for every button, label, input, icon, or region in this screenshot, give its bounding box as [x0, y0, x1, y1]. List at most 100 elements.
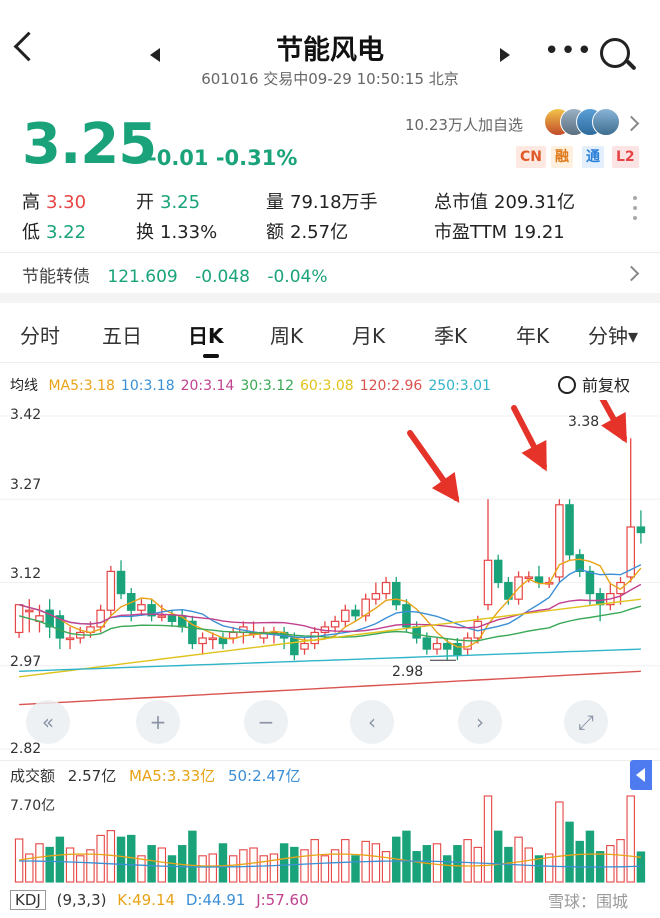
candle — [493, 559, 503, 584]
ma-legend-item: 20:3.14 — [180, 378, 235, 394]
volume-bar — [310, 839, 319, 883]
volume-bar — [167, 855, 177, 883]
candle — [351, 609, 360, 617]
tab-yearly-k[interactable]: 年K — [516, 320, 549, 349]
scroll-left-fast-icon[interactable]: « — [26, 700, 70, 744]
y-tick-label: 3.12 — [10, 566, 42, 582]
tab-minute[interactable]: 分钟▾ — [588, 320, 638, 349]
adjust-setting[interactable]: 前复权 — [558, 372, 630, 396]
volume-bar — [96, 834, 105, 883]
bond-change: -0.048 — [195, 267, 250, 287]
volume-bar — [249, 847, 258, 883]
volume-bar — [626, 795, 635, 883]
tab-weekly-k[interactable]: 周K — [270, 320, 303, 349]
volume-bar — [45, 846, 54, 883]
volume-bar — [259, 855, 268, 883]
more-icon[interactable]: ••• — [544, 36, 593, 66]
tab-monthly-k[interactable]: 月K — [352, 320, 385, 349]
candle — [422, 637, 432, 650]
kline-chart[interactable] — [0, 400, 660, 760]
volume-bar — [228, 855, 238, 883]
bond-price: 121.609 — [107, 267, 178, 287]
candle — [483, 559, 493, 606]
collapse-panel-icon[interactable] — [630, 760, 652, 790]
badge-l2: L2 — [612, 146, 639, 168]
volume-bar — [463, 839, 472, 883]
stat-market-cap: 总市值 209.31亿 — [434, 192, 575, 213]
ma-legend: 均线 MA5:3.18 10:3.18 20:3.14 30:3.12 60:3.08 1… — [10, 375, 503, 395]
volume-chart[interactable] — [0, 790, 660, 885]
candle — [25, 609, 34, 613]
candle — [524, 576, 534, 580]
volume-bar — [147, 845, 156, 883]
annotation-arrowhead — [431, 471, 460, 503]
stat-turnover: 换 1.33% — [136, 222, 218, 243]
volume-bar — [116, 836, 126, 883]
tab-quarterly-k[interactable]: 季K — [434, 320, 467, 349]
volume-bar — [351, 855, 360, 883]
badge-connect: 通 — [582, 146, 604, 168]
volume-bar — [585, 830, 595, 883]
fullscreen-icon[interactable]: ⤢ — [564, 700, 608, 744]
candle — [595, 593, 605, 606]
volume-bar — [453, 845, 462, 883]
zoom-out-icon[interactable]: − — [244, 700, 288, 744]
section-gap — [0, 293, 660, 303]
candle — [534, 576, 544, 584]
candle — [300, 642, 309, 650]
badge-cn: CN — [516, 146, 546, 168]
candle — [391, 581, 401, 606]
kdj-legend: KDJ (9,3,3) K:49.14 D:44.91 J:57.60 — [10, 890, 315, 910]
ma250-line — [19, 648, 641, 672]
y-tick-label: 3.27 — [10, 477, 42, 493]
stat-open: 开 3.25 — [136, 192, 201, 213]
expand-stats-icon[interactable] — [633, 196, 637, 226]
chevron-right-icon[interactable] — [623, 265, 640, 282]
candle — [432, 642, 442, 650]
volume-bar — [381, 851, 391, 883]
volume-bar — [432, 843, 442, 883]
volume-bar — [279, 843, 289, 883]
convertible-bond-row[interactable]: 节能转债 121.609 -0.048 -0.04% — [22, 262, 339, 287]
volume-bar — [269, 853, 279, 883]
volume-bar — [402, 830, 411, 883]
ma-legend-item: 120:2.96 — [359, 378, 423, 394]
follower-avatars[interactable] — [544, 108, 620, 136]
tab-five-day[interactable]: 五日 — [102, 320, 142, 349]
volume-bar — [157, 847, 167, 883]
zoom-in-icon[interactable]: + — [136, 700, 180, 744]
volume-bar — [555, 801, 564, 883]
volume-bar — [575, 840, 584, 883]
candle — [14, 604, 24, 634]
tab-intraday[interactable]: 分时 — [20, 320, 60, 349]
next-stock-icon[interactable] — [500, 48, 510, 62]
y-tick-label: 3.42 — [10, 407, 42, 423]
ma-legend-item: 60:3.08 — [300, 378, 354, 394]
candle — [106, 570, 116, 611]
scroll-left-icon[interactable]: ‹ — [350, 700, 394, 744]
status-line: 601016 交易中09-29 10:50:15 北京 — [201, 70, 459, 88]
price-change: -0.01 -0.31% — [148, 146, 298, 170]
settings-icon — [558, 376, 576, 394]
stat-volume: 量 79.18万手 — [266, 192, 378, 213]
follow-count[interactable]: 10.23万人加自选 — [405, 114, 523, 135]
search-icon[interactable] — [600, 38, 630, 68]
volume-bar — [616, 839, 625, 883]
ma-legend-item: 30:3.12 — [240, 378, 295, 394]
candle — [137, 604, 146, 611]
stat-pe: 市盈TTM 19.21 — [434, 222, 565, 243]
candle — [167, 615, 177, 622]
divider — [0, 362, 660, 363]
candle — [310, 631, 319, 645]
tab-daily-k[interactable]: 日K — [188, 320, 224, 349]
volume-bar — [300, 849, 309, 883]
candle — [96, 609, 105, 628]
y-tick-label: 2.97 — [10, 654, 42, 670]
volume-bar — [218, 843, 228, 883]
scroll-right-icon[interactable]: › — [458, 700, 502, 744]
candle — [412, 626, 421, 639]
volume-bar — [106, 830, 116, 883]
low-price-label: 2.98 — [392, 664, 424, 680]
chevron-right-icon[interactable] — [623, 115, 640, 132]
avatar — [592, 108, 620, 136]
